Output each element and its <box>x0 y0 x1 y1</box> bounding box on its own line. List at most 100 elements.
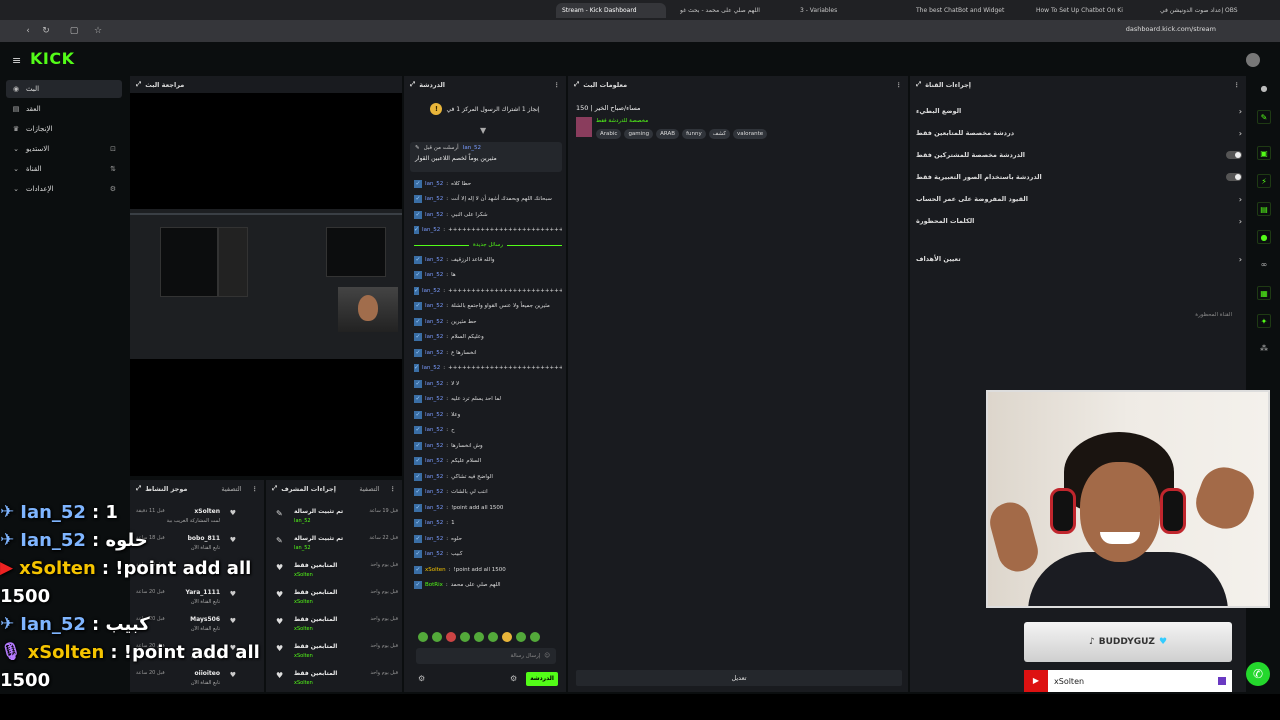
chat-message[interactable]: ✓ Ian_52: شكرا على النبي <box>414 207 562 223</box>
chat-message[interactable]: ✓ Ian_52: السلام عليكم <box>414 454 562 470</box>
more-icon[interactable]: ⋮ <box>554 81 561 89</box>
chat-message[interactable]: ✓Ian_52:++++++++++++++++++++++++++++ <box>414 283 562 299</box>
kick-logo[interactable]: KICK <box>30 49 75 68</box>
sidebar-item-channel[interactable]: ⌄ القناة ⇅ <box>6 160 122 178</box>
sidebar-item-achievements[interactable]: ♛ الإنجازات <box>6 120 122 138</box>
subscribers-only-toggle[interactable] <box>1226 151 1242 159</box>
pinned-message[interactable]: ✎ أرسلت من قبل Ian_52 مثيرين يوماً لخصم ال… <box>410 142 562 172</box>
verified-badge-icon: ✓ <box>414 271 422 280</box>
followers-only-row[interactable]: دردشة مخصصة للمتابعين فقط › <box>916 124 1242 142</box>
chat-message[interactable]: ✓ Ian_52: انخسارها ع <box>414 345 562 361</box>
edit-icon[interactable]: ✎ <box>1257 110 1271 124</box>
set-goals-row[interactable]: تعيين الأهداف › <box>916 250 1242 268</box>
emote-icon[interactable] <box>502 632 512 642</box>
expand-icon[interactable]: ⤢ <box>272 484 277 493</box>
sidebar-item-studio[interactable]: ⌄ الاستديو ⊡ <box>6 140 122 158</box>
chat-message[interactable]: ✓ Ian_52: وش انخسارها <box>414 438 562 454</box>
grid-icon[interactable]: ▦ <box>1257 286 1271 300</box>
share-icon[interactable]: ⁂ <box>1257 342 1271 356</box>
chat-message[interactable]: ✓ Ian_52: حلوه <box>414 531 562 547</box>
tab-chatbot[interactable]: The best ChatBot and Widget <box>916 3 1016 18</box>
chat-message[interactable]: ✓ xSolten: !point add all 1500 <box>414 562 562 578</box>
chat-message[interactable]: ✓ Ian_52: لما احد يسلم ترد عليه <box>414 392 562 408</box>
expand-icon[interactable]: ⤢ <box>136 80 141 89</box>
tab-donation-sound[interactable]: إعداد صوت الدونيشن في OBS <box>1160 3 1260 18</box>
emote-only-toggle[interactable] <box>1226 173 1242 181</box>
banned-words-row[interactable]: الكلمات المحظورة › <box>916 212 1242 230</box>
chat-message[interactable]: ✓ Ian_52: لا لا <box>414 376 562 392</box>
status-icon[interactable]: ● <box>1257 82 1271 96</box>
bolt-icon[interactable]: ⚡ <box>1257 174 1271 188</box>
account-age-row[interactable]: القيود المفروضة على عمر الحساب › <box>916 190 1242 208</box>
expand-icon[interactable]: ⤢ <box>136 484 141 493</box>
verified-badge-icon: ✓ <box>414 255 422 264</box>
chat-message[interactable]: ✓ Ian_52: والله قاعد الرزقيف <box>414 252 562 268</box>
chat-message[interactable]: ✓ Ian_52: حط مثيرين <box>414 314 562 330</box>
emote-icon[interactable] <box>432 632 442 642</box>
expand-icon[interactable]: ⤢ <box>410 80 415 89</box>
emote-icon[interactable] <box>418 632 428 642</box>
tab-kick-dashboard[interactable]: Stream - Kick Dashboard <box>556 3 666 18</box>
slow-mode-row[interactable]: الوضع البطيء › <box>916 102 1242 120</box>
edit-button[interactable]: تعديل <box>576 670 902 686</box>
menu-icon[interactable]: ≡ <box>12 54 21 67</box>
avatar[interactable] <box>1246 53 1260 67</box>
tab-icon[interactable]: ▢ <box>68 25 80 37</box>
chat-message[interactable]: ✓ BotRix: اللهم صلي على محمد <box>414 578 562 594</box>
youtube-icon: ▶ <box>0 558 14 578</box>
chat-message[interactable]: ✓Ian_52:++++++++++++++++++++++++++++ <box>414 361 562 377</box>
more-icon[interactable]: ⋮ <box>896 81 903 89</box>
chat-message[interactable]: ✓ Ian_52: وعليكم السلام <box>414 330 562 346</box>
card-icon[interactable]: ▤ <box>1257 202 1271 216</box>
sidebar-item-broadcast[interactable]: ◉ البث <box>6 80 122 98</box>
chat-message[interactable]: ✓ Ian_52: ح <box>414 423 562 439</box>
chat-message[interactable]: ✓ Ian_52: ها <box>414 268 562 284</box>
chat-message[interactable]: ✓ Ian_52: حطا كلاه <box>414 176 562 192</box>
chat-input[interactable]: إرسال رسالة ☺ <box>416 648 556 664</box>
emoji-icon[interactable]: ☺ <box>544 653 550 659</box>
emote-icon[interactable] <box>446 632 456 642</box>
link-icon[interactable]: ∞ <box>1257 258 1271 272</box>
chat-message[interactable]: ✓ Ian_52: سبحانك اللهم وبحمدك أشهد أن لا إ… <box>414 192 562 208</box>
chat-message[interactable]: ✓ Ian_52: كبيب <box>414 547 562 563</box>
sidebar-item-contract[interactable]: ▤ العقد <box>6 100 122 118</box>
expand-icon[interactable]: ⤢ <box>916 80 921 89</box>
chat-icon[interactable]: ● <box>1257 230 1271 244</box>
layout-icon[interactable]: ▣ <box>1257 146 1271 160</box>
chat-message[interactable]: ✓ Ian_52: انتب لي بالشات <box>414 485 562 501</box>
tab-variables[interactable]: 3 - Variables <box>800 3 890 18</box>
back-icon[interactable]: ‹ <box>22 25 34 37</box>
emote-icon[interactable] <box>488 632 498 642</box>
reload-icon[interactable]: ↻ <box>40 25 52 37</box>
filter-button[interactable]: التصفية <box>359 485 379 493</box>
mod-action-title: المتابعين فقط <box>294 616 338 623</box>
sidebar-item-settings[interactable]: ⌄ الإعدادات ⚙ <box>6 180 122 198</box>
preview-video[interactable] <box>130 209 402 359</box>
emote-icon[interactable] <box>460 632 470 642</box>
tab-search[interactable]: اللهم صلي على محمد - بحث غو <box>680 3 790 18</box>
chat-message[interactable]: ✓ Ian_52: الواضح فيه تشاكي <box>414 469 562 485</box>
send-button[interactable]: الدردشة <box>526 672 558 686</box>
emote-icon[interactable] <box>530 632 540 642</box>
chat-message[interactable]: ✓ Ian_52: مثيرين جميعاً ولا عنس القواو واج… <box>414 299 562 315</box>
tab-setup-chatbot[interactable]: How To Set Up Chatbot On Ki <box>1036 3 1126 18</box>
emote-icon[interactable] <box>474 632 484 642</box>
chat-message[interactable]: ✓ Ian_52:1 <box>414 516 562 532</box>
chat-message[interactable]: ✓ Ian_52: وعلا <box>414 407 562 423</box>
chat-message[interactable]: ✓Ian_52:++++++++++++++++++++++++++++ <box>414 223 562 239</box>
star-icon[interactable]: ☆ <box>92 25 104 37</box>
emote-icon[interactable] <box>516 632 526 642</box>
settings-icon[interactable]: ⚙ <box>418 674 425 683</box>
chat-colon: : <box>446 180 449 187</box>
url-text[interactable]: dashboard.kick.com/stream <box>1126 25 1216 33</box>
whatsapp-icon[interactable]: ✆ <box>1246 662 1270 686</box>
gear-icon[interactable]: ⚙ <box>510 674 517 683</box>
more-icon[interactable]: ⋮ <box>1234 81 1241 89</box>
filter-button[interactable]: التصفية <box>221 485 241 493</box>
chat-message[interactable]: ✓ Ian_52: !point add all 1500 <box>414 500 562 516</box>
more-icon[interactable]: ⋮ <box>390 485 397 493</box>
expand-icon[interactable]: ⤢ <box>574 80 579 89</box>
wrench-icon[interactable]: ✦ <box>1257 314 1271 328</box>
more-icon[interactable]: ⋮ <box>252 485 259 493</box>
chat-username: Ian_52 <box>425 427 444 434</box>
